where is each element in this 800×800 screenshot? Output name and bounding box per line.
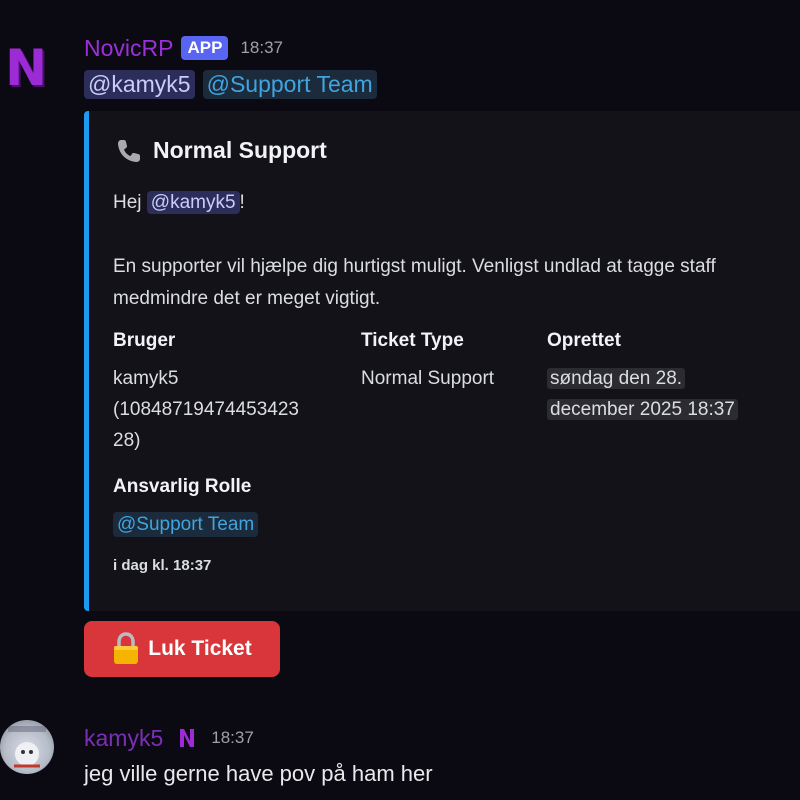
field-role-value: @Support Team <box>113 509 259 540</box>
created-timestamp-line[interactable]: december 2025 18:37 <box>547 399 738 420</box>
greeting-suffix: ! <box>239 192 245 213</box>
embed-description: Hej @kamyk5! En supporter vil hjælpe dig… <box>113 187 793 315</box>
embed-title-row: Normal Support <box>115 135 327 165</box>
user-message-header: kamyk5 18:37 <box>84 722 254 754</box>
field-created-value: søndag den 28. december 2025 18:37 <box>547 363 738 425</box>
greeting-mention[interactable]: @kamyk5 <box>146 191 240 214</box>
field-role-name: Ansvarlig Rolle <box>113 476 252 497</box>
user-message-text: jeg ville gerne have pov på ham her <box>84 761 433 786</box>
embed-footer: i dag kl. 18:37 <box>113 557 212 574</box>
bot-username[interactable]: NovicRP <box>84 35 173 62</box>
user-username[interactable]: kamyk5 <box>84 725 163 752</box>
embed-title: Normal Support <box>153 136 327 163</box>
field-user-value-line: kamyk5 <box>113 368 179 389</box>
field-type-name: Ticket Type <box>361 330 464 351</box>
field-user-value-line: (10848719474453423 <box>113 399 299 420</box>
user-mention[interactable]: @kamyk5 <box>84 70 195 99</box>
field-user-value-line: 28) <box>113 430 141 451</box>
role-mention[interactable]: @Support Team <box>202 70 377 99</box>
bot-message-time: 18:37 <box>240 38 283 57</box>
close-ticket-button[interactable]: Luk Ticket <box>84 621 280 677</box>
user-message-time: 18:37 <box>211 728 254 747</box>
user-avatar-image <box>8 726 46 768</box>
role-mention-chip[interactable]: @Support Team <box>113 512 259 537</box>
role-icon[interactable] <box>177 726 197 750</box>
greeting-line: Hej @kamyk5! <box>113 187 793 219</box>
close-ticket-label: Luk Ticket <box>148 637 252 660</box>
ticket-embed: Normal Support Hej @kamyk5! En supporter… <box>84 111 800 611</box>
field-user-value: kamyk5 (10848719474453423 28) <box>113 363 353 456</box>
mention-line: @kamyk5 @Support Team <box>84 70 377 99</box>
greeting-prefix: Hej <box>113 192 147 213</box>
bot-message-header: NovicRP APP 18:37 <box>84 32 283 64</box>
phone-icon <box>118 140 140 162</box>
bot-avatar-logo: N <box>5 39 47 97</box>
created-timestamp-line[interactable]: søndag den 28. <box>547 368 686 389</box>
bot-avatar[interactable]: N <box>4 38 48 98</box>
field-user-name: Bruger <box>113 330 176 351</box>
app-badge: APP <box>181 36 229 60</box>
field-created-name: Oprettet <box>547 330 621 351</box>
description-body: En supporter vil hjælpe dig hurtigst mul… <box>113 256 716 309</box>
field-type-value: Normal Support <box>361 368 495 389</box>
lock-icon <box>114 632 139 664</box>
user-avatar[interactable] <box>0 720 54 774</box>
